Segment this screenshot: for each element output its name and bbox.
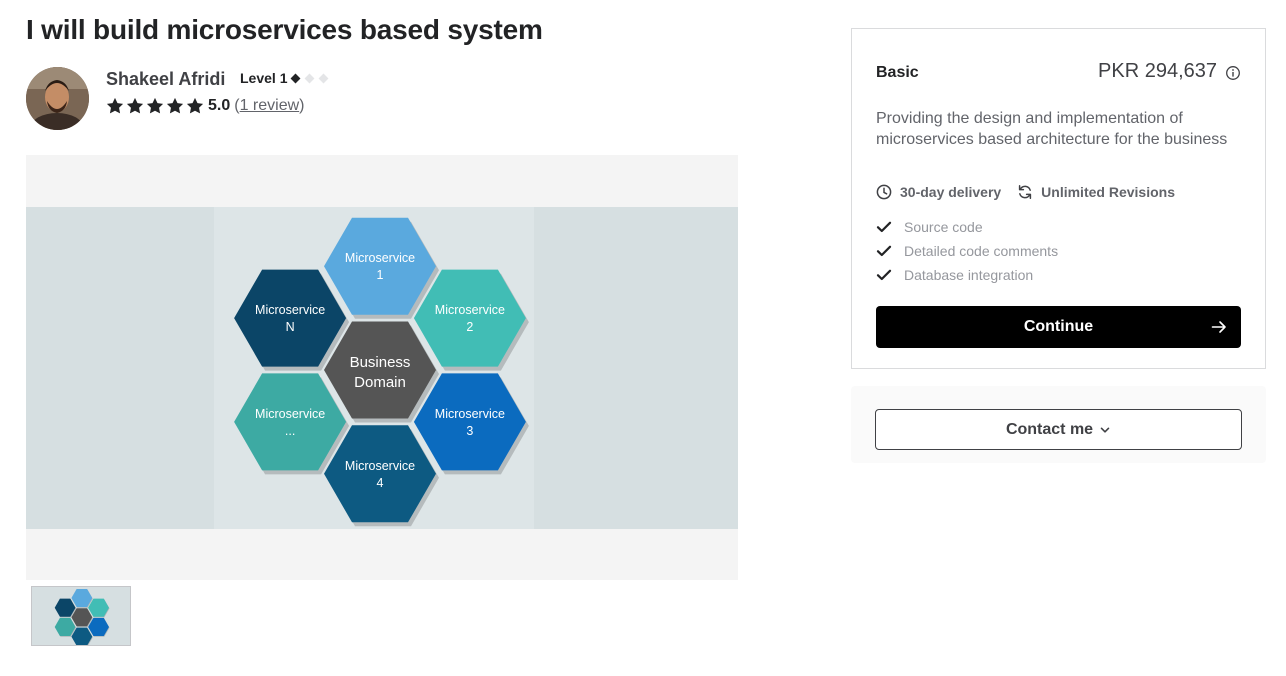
feature-item: Detailed code comments [876, 239, 1058, 263]
service-label: Microservice [345, 459, 415, 473]
avatar-image [26, 67, 89, 130]
microservices-diagram: Business Domain Microservice 1 Microservice 2… [214, 207, 534, 529]
feature-item: Source code [876, 215, 1058, 239]
package-description: Providing the design and implementation … [876, 110, 1228, 148]
review-paren-close: ) [299, 97, 305, 114]
star-icon [146, 97, 164, 114]
review-count: (1 review) [234, 97, 304, 115]
service-label: 2 [466, 320, 473, 334]
service-label: Microservice [435, 407, 505, 421]
delivery-label: 30-day delivery [900, 184, 1002, 200]
package-name: Basic [876, 64, 919, 81]
gallery-main-image[interactable]: Business Domain Microservice 1 Microservice 2… [26, 207, 738, 529]
service-label: 1 [377, 268, 384, 282]
center-label: Business [350, 354, 411, 371]
feature-list: Source code Detailed code comments Datab… [876, 215, 1058, 287]
level-diamond-icon [319, 73, 329, 83]
check-icon [876, 221, 892, 233]
continue-button[interactable]: Continue [876, 306, 1241, 348]
service-label: N [286, 320, 295, 334]
review-count-link[interactable]: 1 review [240, 97, 300, 114]
seller-name[interactable]: Shakeel Afridi [106, 69, 225, 90]
feature-label: Source code [904, 219, 983, 235]
arrow-right-icon [1211, 321, 1226, 333]
gallery-thumbnail[interactable] [31, 586, 131, 646]
check-icon [876, 245, 892, 257]
avatar[interactable] [26, 67, 89, 130]
seller-level: Level 1 [240, 70, 288, 86]
star-icon [166, 97, 184, 114]
seller-level-badge: Level 1 [240, 70, 329, 86]
star-icon [106, 97, 124, 114]
star-icon [126, 97, 144, 114]
feature-label: Database integration [904, 267, 1034, 283]
revisions: Unlimited Revisions [1017, 184, 1175, 200]
contact-me-button[interactable]: Contact me [875, 409, 1242, 450]
service-label: ... [285, 424, 295, 438]
seller-overview: Shakeel Afridi Level 1 5.0 (1 review) [26, 66, 426, 132]
info-icon[interactable] [1225, 65, 1241, 81]
service-label: Microservice [435, 303, 505, 317]
revisions-label: Unlimited Revisions [1041, 184, 1175, 200]
thumbnail-diagram [54, 589, 110, 645]
rating-score: 5.0 [208, 97, 231, 114]
gig-title: I will build microservices based system [26, 14, 543, 45]
star-icon [186, 97, 204, 114]
level-diamond-icon [291, 73, 301, 83]
check-icon [876, 269, 892, 281]
package-meta: 30-day delivery Unlimited Revisions [876, 184, 1191, 200]
delivery-time: 30-day delivery [876, 184, 1001, 200]
service-label: 3 [466, 424, 473, 438]
gig-gallery[interactable]: Business Domain Microservice 1 Microservice 2… [26, 155, 738, 580]
clock-icon [876, 184, 892, 200]
package-card: Basic PKR 294,637 Providing the design a… [851, 28, 1266, 369]
refresh-icon [1019, 185, 1032, 199]
center-label: Domain [354, 374, 406, 391]
service-label: Microservice [255, 303, 325, 317]
rating-stars [106, 97, 204, 115]
contact-section: Contact me [851, 386, 1266, 463]
package-price: PKR 294,637 [1098, 60, 1217, 82]
rating-row: 5.0 (1 review) [106, 97, 304, 115]
feature-label: Detailed code comments [904, 243, 1059, 259]
service-label: 4 [377, 476, 384, 490]
service-label: Microservice [345, 251, 415, 265]
chevron-down-icon [1100, 427, 1110, 433]
contact-label: Contact me [1005, 420, 1094, 438]
level-diamond-icon [305, 73, 315, 83]
continue-label: Continue [1023, 318, 1094, 335]
service-label: Microservice [255, 407, 325, 421]
feature-item: Database integration [876, 263, 1058, 287]
